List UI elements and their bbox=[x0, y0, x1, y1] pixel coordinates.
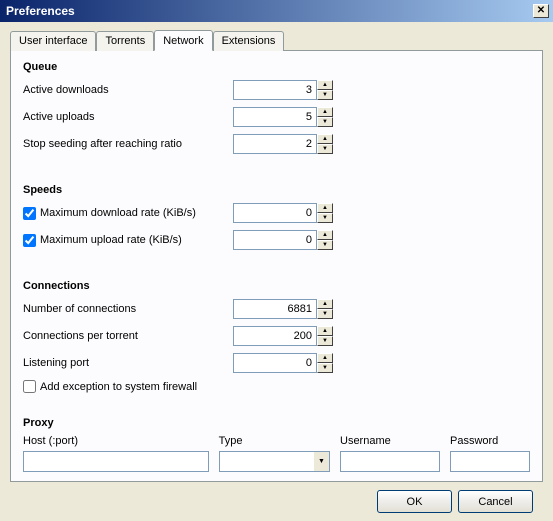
ok-button[interactable]: OK bbox=[377, 490, 452, 513]
cancel-button[interactable]: Cancel bbox=[458, 490, 533, 513]
tab-extensions[interactable]: Extensions bbox=[213, 31, 285, 51]
section-queue-title: Queue bbox=[23, 61, 530, 73]
tab-strip: User interface Torrents Network Extensio… bbox=[10, 31, 543, 51]
proxy-username-input[interactable] bbox=[340, 451, 440, 472]
spin-up-icon[interactable]: ▲ bbox=[317, 203, 333, 213]
close-icon[interactable]: ✕ bbox=[533, 4, 549, 18]
spin-down-icon[interactable]: ▼ bbox=[317, 117, 333, 127]
proxy-password-input[interactable] bbox=[450, 451, 530, 472]
tab-user-interface[interactable]: User interface bbox=[10, 31, 96, 51]
num-connections-label: Number of connections bbox=[23, 303, 233, 315]
max-download-label: Maximum download rate (KiB/s) bbox=[40, 207, 196, 219]
section-speeds-title: Speeds bbox=[23, 184, 530, 196]
spin-down-icon[interactable]: ▼ bbox=[317, 213, 333, 223]
spin-down-icon[interactable]: ▼ bbox=[317, 309, 333, 319]
chevron-down-icon[interactable]: ▼ bbox=[313, 452, 329, 471]
spin-up-icon[interactable]: ▲ bbox=[317, 230, 333, 240]
tab-network[interactable]: Network bbox=[154, 30, 212, 51]
listening-port-input[interactable] bbox=[233, 353, 317, 373]
firewall-checkbox[interactable] bbox=[23, 380, 36, 393]
spin-down-icon[interactable]: ▼ bbox=[317, 144, 333, 154]
firewall-label: Add exception to system firewall bbox=[40, 381, 197, 393]
active-uploads-label: Active uploads bbox=[23, 111, 233, 123]
spin-down-icon[interactable]: ▼ bbox=[317, 90, 333, 100]
conn-per-torrent-input[interactable] bbox=[233, 326, 317, 346]
spin-down-icon[interactable]: ▼ bbox=[317, 240, 333, 250]
spin-down-icon[interactable]: ▼ bbox=[317, 363, 333, 373]
max-upload-input[interactable] bbox=[233, 230, 317, 250]
conn-per-torrent-label: Connections per torrent bbox=[23, 330, 233, 342]
section-proxy-title: Proxy bbox=[23, 417, 530, 429]
num-connections-input[interactable] bbox=[233, 299, 317, 319]
active-downloads-label: Active downloads bbox=[23, 84, 233, 96]
spin-up-icon[interactable]: ▲ bbox=[317, 326, 333, 336]
tab-panel-network: Queue Active downloads ▲ ▼ Active upload… bbox=[10, 50, 543, 482]
title-bar: Preferences ✕ bbox=[0, 0, 553, 22]
stop-seeding-label: Stop seeding after reaching ratio bbox=[23, 138, 233, 150]
spin-up-icon[interactable]: ▲ bbox=[317, 80, 333, 90]
listening-port-label: Listening port bbox=[23, 357, 233, 369]
spin-down-icon[interactable]: ▼ bbox=[317, 336, 333, 346]
proxy-type-label: Type bbox=[219, 435, 330, 447]
spin-up-icon[interactable]: ▲ bbox=[317, 107, 333, 117]
active-downloads-input[interactable] bbox=[233, 80, 317, 100]
max-download-checkbox[interactable] bbox=[23, 207, 36, 220]
spin-up-icon[interactable]: ▲ bbox=[317, 134, 333, 144]
proxy-host-input[interactable] bbox=[23, 451, 209, 472]
tab-torrents[interactable]: Torrents bbox=[96, 31, 154, 51]
active-uploads-input[interactable] bbox=[233, 107, 317, 127]
stop-seeding-input[interactable] bbox=[233, 134, 317, 154]
section-connections-title: Connections bbox=[23, 280, 530, 292]
spin-up-icon[interactable]: ▲ bbox=[317, 353, 333, 363]
proxy-password-label: Password bbox=[450, 435, 530, 447]
window-title: Preferences bbox=[6, 4, 75, 18]
proxy-host-label: Host (:port) bbox=[23, 435, 209, 447]
spin-up-icon[interactable]: ▲ bbox=[317, 299, 333, 309]
proxy-username-label: Username bbox=[340, 435, 440, 447]
proxy-type-select[interactable]: ▼ bbox=[219, 451, 330, 472]
max-upload-checkbox[interactable] bbox=[23, 234, 36, 247]
max-upload-label: Maximum upload rate (KiB/s) bbox=[40, 234, 182, 246]
max-download-input[interactable] bbox=[233, 203, 317, 223]
